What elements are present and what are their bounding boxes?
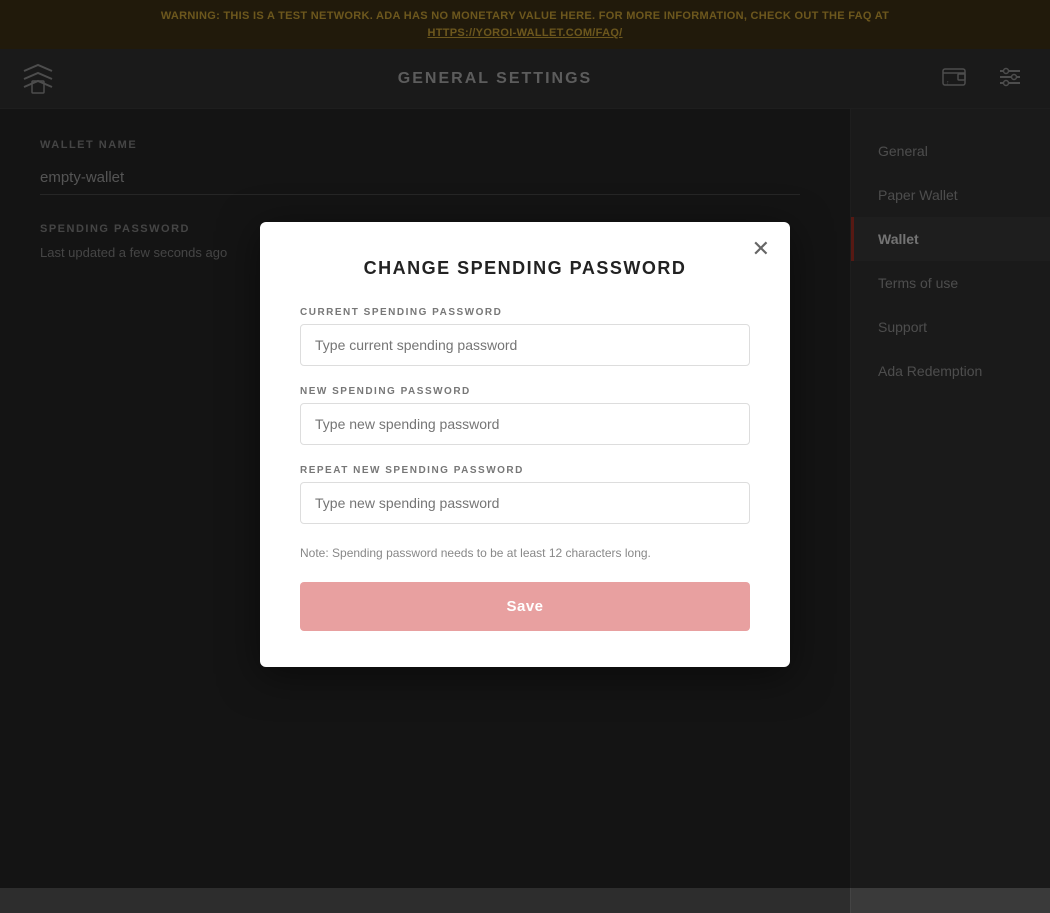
- new-password-input[interactable]: [300, 403, 750, 445]
- modal-close-button[interactable]: ✕: [752, 238, 770, 260]
- new-password-label: NEW SPENDING PASSWORD: [300, 386, 750, 397]
- modal-overlay[interactable]: ✕ CHANGE SPENDING PASSWORD CURRENT SPEND…: [0, 0, 1050, 888]
- password-note: Note: Spending password needs to be at l…: [300, 544, 750, 562]
- current-password-label: CURRENT SPENDING PASSWORD: [300, 307, 750, 318]
- change-password-modal: ✕ CHANGE SPENDING PASSWORD CURRENT SPEND…: [260, 222, 790, 667]
- current-password-input[interactable]: [300, 324, 750, 366]
- save-button[interactable]: Save: [300, 582, 750, 631]
- repeat-password-label: REPEAT NEW SPENDING PASSWORD: [300, 465, 750, 476]
- repeat-password-input[interactable]: [300, 482, 750, 524]
- modal-title: CHANGE SPENDING PASSWORD: [300, 258, 750, 279]
